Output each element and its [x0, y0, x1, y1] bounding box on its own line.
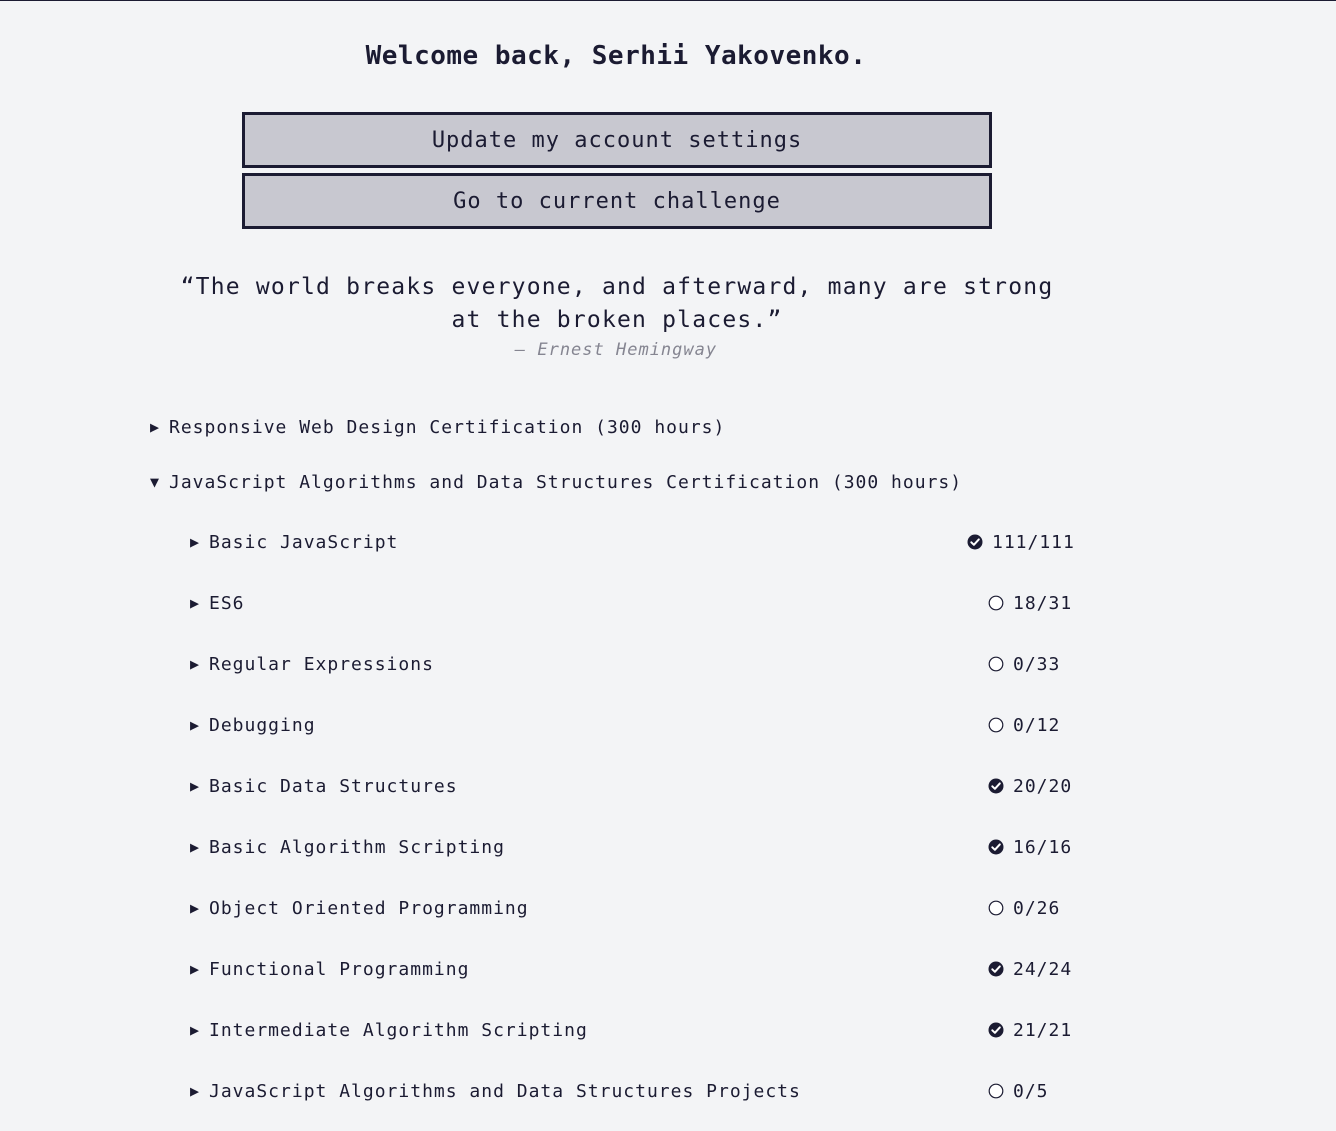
quote-author: — Ernest Hemingway: [514, 340, 718, 360]
block-name: JavaScript Algorithms and Data Structure…: [209, 1080, 801, 1102]
collapsed-arrow-icon: ▶: [190, 837, 201, 856]
block-name: Object Oriented Programming: [209, 897, 529, 919]
block-row[interactable]: ▶ ES6 18/31: [190, 588, 1072, 618]
check-circle-icon: [988, 1022, 1004, 1038]
block-progress: 0/33: [988, 654, 1060, 675]
block-progress: 24/24: [988, 959, 1072, 980]
block-row[interactable]: ▶ Functional Programming 24/24: [190, 954, 1072, 984]
block-progress-count: 111/111: [992, 531, 1075, 553]
check-circle-icon: [988, 778, 1004, 794]
cert-label: Responsive Web Design Certification (300…: [169, 417, 726, 438]
check-circle-icon: [967, 534, 983, 550]
block-progress-count: 20/20: [1013, 775, 1073, 797]
expanded-arrow-icon: ▼: [150, 473, 161, 491]
collapsed-arrow-icon: ▶: [190, 532, 201, 551]
block-row[interactable]: ▶ Basic JavaScript 111/111: [190, 527, 1074, 557]
block-progress-count: 0/33: [1013, 653, 1061, 675]
block-progress-count: 0/12: [1013, 714, 1061, 736]
empty-circle-icon: [988, 900, 1004, 916]
collapsed-arrow-icon: ▶: [190, 593, 201, 612]
block-row[interactable]: ▶ Basic Algorithm Scripting 16/16: [190, 832, 1072, 862]
check-circle-icon: [988, 961, 1004, 977]
empty-circle-icon: [988, 1083, 1004, 1099]
block-progress: 0/5: [988, 1081, 1049, 1102]
block-name: Basic Data Structures: [209, 775, 458, 797]
block-progress-count: 16/16: [1013, 836, 1073, 858]
update-account-settings-button[interactable]: Update my account settings: [242, 112, 992, 168]
block-row[interactable]: ▶ Object Oriented Programming 0/26: [190, 893, 1070, 923]
block-progress: 21/21: [988, 1020, 1072, 1041]
block-progress: 111/111: [967, 532, 1075, 553]
block-name: Basic JavaScript: [209, 531, 399, 553]
collapsed-arrow-icon: ▶: [150, 418, 161, 436]
empty-circle-icon: [988, 717, 1004, 733]
cert-javascript-algorithms[interactable]: ▼ JavaScript Algorithms and Data Structu…: [150, 472, 962, 493]
block-name: Debugging: [209, 714, 316, 736]
block-progress-count: 18/31: [1013, 592, 1073, 614]
block-progress-count: 0/5: [1013, 1080, 1049, 1102]
block-row[interactable]: ▶ JavaScript Algorithms and Data Structur…: [190, 1076, 1070, 1106]
block-progress: 16/16: [988, 837, 1072, 858]
block-progress-count: 0/26: [1013, 897, 1061, 919]
empty-circle-icon: [988, 656, 1004, 672]
block-progress-count: 21/21: [1013, 1019, 1073, 1041]
block-name: Basic Algorithm Scripting: [209, 836, 505, 858]
block-row[interactable]: ▶ Intermediate Algorithm Scripting 21/21: [190, 1015, 1072, 1045]
empty-circle-icon: [988, 595, 1004, 611]
current-challenge-button[interactable]: Go to current challenge: [242, 173, 992, 229]
block-progress: 18/31: [988, 593, 1072, 614]
block-name: Regular Expressions: [209, 653, 434, 675]
block-progress: 0/12: [988, 715, 1060, 736]
block-row[interactable]: ▶ Debugging 0/12: [190, 710, 1070, 740]
cert-responsive-web-design[interactable]: ▶ Responsive Web Design Certification (3…: [150, 417, 725, 438]
cert-label: JavaScript Algorithms and Data Structure…: [169, 472, 963, 493]
block-progress: 20/20: [988, 776, 1072, 797]
collapsed-arrow-icon: ▶: [190, 654, 201, 673]
collapsed-arrow-icon: ▶: [190, 1081, 201, 1100]
block-name: Functional Programming: [209, 958, 470, 980]
block-row[interactable]: ▶ Regular Expressions 0/33: [190, 649, 1070, 679]
block-name: Intermediate Algorithm Scripting: [209, 1019, 588, 1041]
block-progress: 0/26: [988, 898, 1060, 919]
collapsed-arrow-icon: ▶: [190, 1020, 201, 1039]
welcome-heading: Welcome back, Serhii Yakovenko.: [365, 41, 867, 71]
collapsed-arrow-icon: ▶: [190, 959, 201, 978]
block-row[interactable]: ▶ Basic Data Structures 20/20: [190, 771, 1072, 801]
quote-text: “The world breaks everyone, and afterwar…: [180, 274, 1054, 333]
collapsed-arrow-icon: ▶: [190, 776, 201, 795]
collapsed-arrow-icon: ▶: [190, 715, 201, 734]
collapsed-arrow-icon: ▶: [190, 898, 201, 917]
check-circle-icon: [988, 839, 1004, 855]
block-progress-count: 24/24: [1013, 958, 1073, 980]
block-name: ES6: [209, 592, 245, 614]
